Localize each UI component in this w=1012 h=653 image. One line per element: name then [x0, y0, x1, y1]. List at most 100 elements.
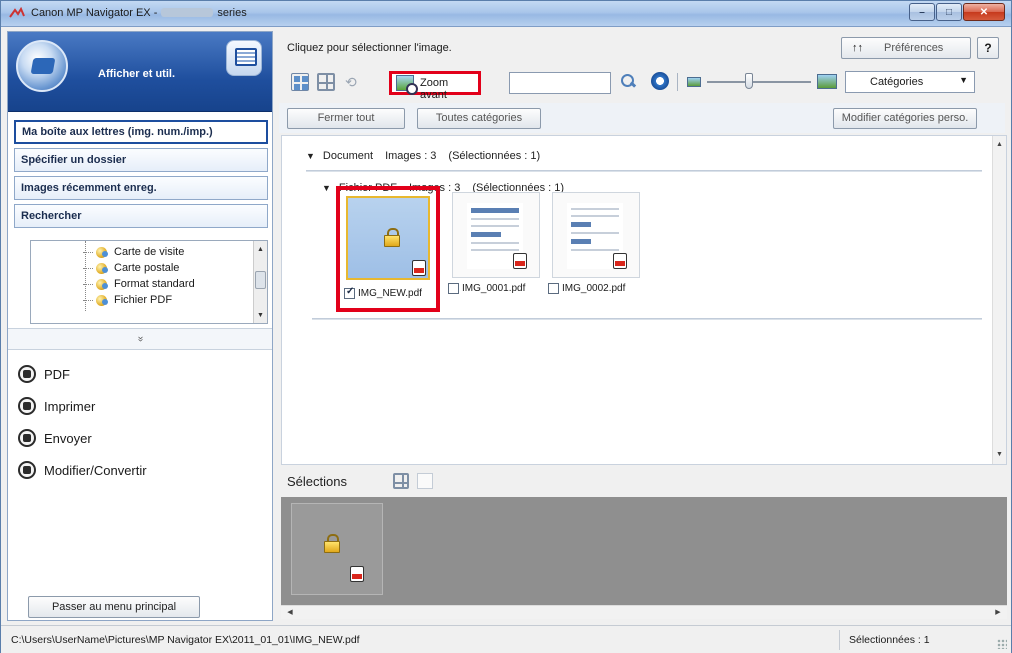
large-thumbnail-icon: [817, 74, 837, 89]
expand-triangle-icon: ▼: [322, 183, 331, 193]
pdf-file-icon: [613, 253, 627, 269]
scroll-up-icon[interactable]: ▲: [254, 243, 267, 255]
lock-icon: [384, 228, 400, 247]
right-pane: Cliquez pour sélectionner l'image. ↑↑ Pr…: [279, 31, 1009, 621]
thumbnail-img-new[interactable]: IMG_NEW.pdf: [336, 186, 440, 312]
thumbnail-frame: [552, 192, 640, 278]
category-select-value: Catégories: [870, 76, 924, 88]
thumbnail-img-0001[interactable]: IMG_0001.pdf: [448, 190, 544, 296]
scroll-thumb[interactable]: [255, 271, 266, 289]
action-send[interactable]: Envoyer: [18, 422, 268, 454]
edit-custom-categories-button[interactable]: Modifier catégories perso.: [833, 108, 977, 129]
action-print[interactable]: Imprimer: [18, 390, 268, 422]
select-all-icon[interactable]: [291, 73, 309, 91]
group-document-header[interactable]: ▼ Document Images : 3 (Sélectionnées : 1…: [306, 150, 540, 162]
category-buttons-row: Fermer tout Toutes catégories Modifier c…: [279, 103, 1005, 133]
edit-icon: [18, 461, 36, 479]
pane-title: Afficher et util.: [98, 68, 176, 80]
thumbnail-checkbox[interactable]: [344, 286, 355, 299]
nav-item-specify-folder[interactable]: Spécifier un dossier: [14, 148, 268, 172]
search-icon[interactable]: [619, 72, 637, 90]
group-image-count: Images : 3: [385, 150, 437, 162]
group-selected-count: (Sélectionnées : 1): [448, 150, 541, 162]
refresh-icon[interactable]: [651, 72, 669, 90]
thumbnail-img-0002[interactable]: IMG_0002.pdf: [548, 190, 644, 296]
chevron-down-icon: ▼: [959, 75, 968, 85]
scroll-down-icon[interactable]: ▼: [254, 309, 267, 321]
category-folder-icon: [95, 246, 109, 258]
selections-single-icon[interactable]: [417, 473, 433, 489]
resize-grip-icon[interactable]: [997, 639, 1007, 649]
nav-list: Ma boîte aux lettres (img. num./imp.) Sp…: [14, 120, 268, 232]
selections-grid-icon[interactable]: [393, 473, 409, 489]
close-button[interactable]: ✕: [963, 3, 1005, 21]
tree-item-label: Fichier PDF: [114, 294, 173, 306]
preferences-button[interactable]: ↑↑ Préférences: [841, 37, 971, 59]
tree-scrollbar[interactable]: ▲ ▼: [253, 241, 267, 323]
zoom-in-icon: [396, 75, 418, 95]
selections-label: Sélections: [287, 474, 347, 489]
category-folder-icon: [95, 278, 109, 290]
window-title: Canon MP Navigator EX - series: [31, 7, 247, 19]
file-path: C:\Users\UserName\Pictures\MP Navigator …: [11, 634, 360, 646]
scroll-left-icon[interactable]: ◀: [283, 606, 297, 620]
expand-triangle-icon: ▼: [306, 151, 315, 161]
app-icon: [9, 6, 25, 21]
left-pane: Afficher et util. Ma boîte aux lettres (…: [7, 31, 273, 621]
pdf-icon: [18, 365, 36, 383]
action-label: Imprimer: [44, 398, 96, 414]
help-button[interactable]: ?: [977, 37, 999, 59]
thumbnail-label: IMG_0002.pdf: [548, 280, 644, 296]
action-label: PDF: [44, 366, 70, 382]
selections-area: [281, 497, 1007, 605]
nav-item-mailbox[interactable]: Ma boîte aux lettres (img. num./imp.): [14, 120, 268, 144]
nav-item-search[interactable]: Rechercher: [14, 204, 268, 228]
toolbar: ⟲ Zoom avant Catégories ▼: [279, 67, 1005, 101]
tree-item-postcard[interactable]: Carte postale: [83, 261, 179, 275]
collapse-toggle[interactable]: »: [8, 328, 272, 350]
horizontal-scrollbar[interactable]: ◀ ▶: [281, 605, 1007, 619]
small-thumbnail-icon: [687, 77, 701, 87]
scroll-up-icon[interactable]: ▲: [993, 138, 1006, 152]
window-controls: – □ ✕: [908, 3, 1005, 21]
search-input[interactable]: [509, 72, 611, 94]
preferences-label: Préférences: [884, 42, 944, 54]
tree-item-pdf-file[interactable]: Fichier PDF: [83, 293, 172, 307]
thumbnail-frame: [452, 192, 540, 278]
tree-item-label: Format standard: [114, 278, 195, 290]
close-all-button[interactable]: Fermer tout: [287, 108, 405, 129]
action-edit-convert[interactable]: Modifier/Convertir: [18, 454, 268, 486]
main-menu-button[interactable]: Passer au menu principal: [28, 596, 200, 618]
category-tree: Carte de visite Carte postale Format sta…: [30, 240, 268, 324]
category-select[interactable]: Catégories ▼: [845, 71, 975, 93]
tree-item-label: Carte postale: [114, 262, 180, 274]
group-divider: [312, 318, 982, 320]
thumbnail-checkbox[interactable]: [548, 282, 559, 294]
vertical-scrollbar[interactable]: ▲ ▼: [992, 136, 1006, 464]
action-pdf[interactable]: PDF: [18, 358, 268, 390]
all-categories-button[interactable]: Toutes catégories: [417, 108, 541, 129]
thumbnail-checkbox[interactable]: [448, 282, 459, 294]
instruction-text: Cliquez pour sélectionner l'image.: [287, 42, 452, 54]
mail-icon: [18, 429, 36, 447]
pdf-file-icon: [412, 260, 426, 276]
status-bar: C:\Users\UserName\Pictures\MP Navigator …: [1, 625, 1011, 653]
tree-item-business-card[interactable]: Carte de visite: [83, 245, 184, 259]
rotate-icon[interactable]: ⟲: [345, 73, 363, 91]
scroll-down-icon[interactable]: ▼: [993, 448, 1006, 462]
tree-item-standard-format[interactable]: Format standard: [83, 277, 195, 291]
group-divider: [306, 170, 982, 172]
nav-item-recent-images[interactable]: Images récemment enreg.: [14, 176, 268, 200]
scroll-right-icon[interactable]: ▶: [991, 606, 1005, 620]
deselect-all-icon[interactable]: [317, 73, 335, 91]
action-list: PDF Imprimer Envoyer Modifier/Convertir: [18, 358, 268, 486]
maximize-button[interactable]: □: [936, 3, 962, 21]
title-bar[interactable]: Canon MP Navigator EX - series – □ ✕: [1, 1, 1011, 27]
selected-thumbnail[interactable]: [291, 503, 383, 595]
thumbnail-size-slider[interactable]: [707, 81, 811, 83]
minimize-button[interactable]: –: [909, 3, 935, 21]
mode-switch-icon[interactable]: [16, 40, 68, 92]
slider-thumb[interactable]: [745, 73, 753, 89]
zoom-in-button[interactable]: Zoom avant: [389, 71, 481, 101]
category-folder-icon: [95, 262, 109, 274]
